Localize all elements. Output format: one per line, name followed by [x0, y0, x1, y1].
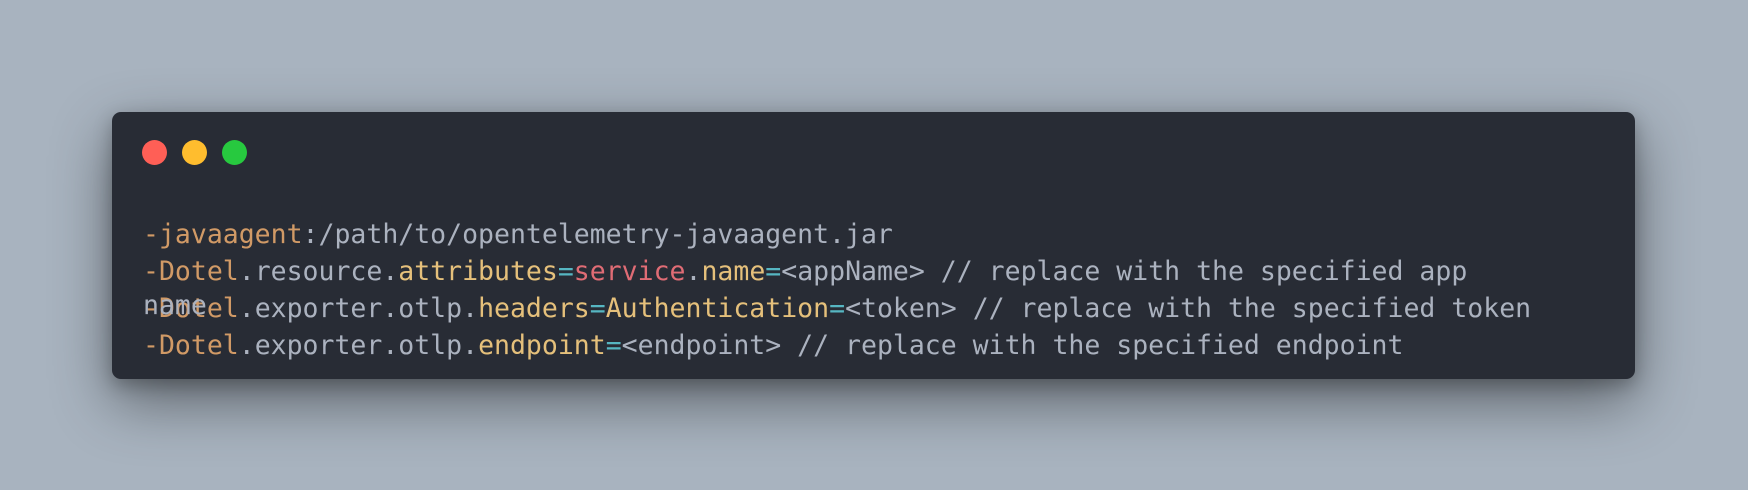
code-line: -javaagent:/path/to/opentelemetry-javaag…	[143, 216, 1531, 253]
code-token-operator: =	[589, 293, 606, 324]
code-token-plain: <endpoint> // replace with the specified…	[621, 330, 1404, 361]
code-token-option: -Dotel	[143, 330, 239, 361]
code-line: -Dotel.resource.attributes=service.name=…	[143, 253, 1531, 290]
code-token-operator: =	[605, 330, 622, 361]
code-token-property: name	[701, 256, 766, 287]
code-token-property: Authentication	[605, 293, 830, 324]
code-token-plain: :/path/to/opentelemetry-javaagent.jar	[302, 219, 893, 250]
code-token-property: headers	[478, 293, 590, 324]
zoom-button[interactable]	[222, 140, 247, 165]
code-token-keyword: service	[573, 256, 686, 287]
wrapped-line-overflow: name	[143, 290, 207, 321]
code-window: -javaagent:/path/to/opentelemetry-javaag…	[112, 112, 1635, 379]
code-token-plain: <token> // replace with the specified to…	[845, 293, 1532, 324]
close-button[interactable]	[142, 140, 167, 165]
code-token-plain: <appName> // replace with the specified …	[781, 256, 1468, 287]
code-token-property: endpoint	[478, 330, 606, 361]
code-token-plain: .exporter.otlp.	[238, 293, 479, 324]
code-token-option: -Dotel	[143, 256, 239, 287]
code-line: -Dotel.exporter.otlp.endpoint=<endpoint>…	[143, 327, 1531, 364]
code-token-operator: =	[557, 256, 574, 287]
code-line: -Dotel.exporter.otlp.headers=Authenticat…	[143, 290, 1531, 327]
code-token-plain: .resource.	[238, 256, 399, 287]
code-token-plain: .	[685, 256, 702, 287]
code-token-operator: =	[765, 256, 782, 287]
code-token-option: -javaagent	[143, 219, 303, 250]
code-token-plain: .exporter.otlp.	[238, 330, 479, 361]
code-token-operator: =	[829, 293, 846, 324]
window-controls	[142, 140, 247, 165]
code-token-property: attributes	[398, 256, 558, 287]
code-block: -javaagent:/path/to/opentelemetry-javaag…	[143, 216, 1531, 364]
minimize-button[interactable]	[182, 140, 207, 165]
